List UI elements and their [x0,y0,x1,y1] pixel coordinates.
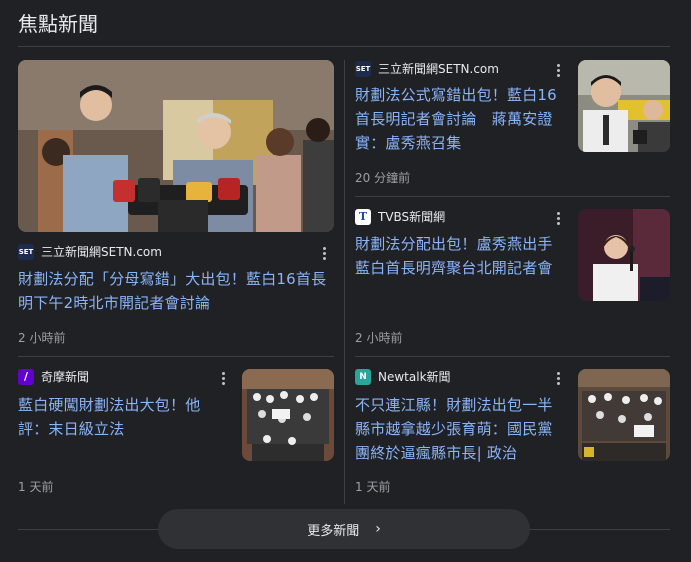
politician-portrait-photo [578,60,670,152]
article-thumbnail[interactable] [242,369,334,461]
article-thumbnail[interactable] [578,369,670,461]
article-headline[interactable]: 財劃法分配出包！盧秀燕出手 藍白首長明齊聚台北開記者會 [355,232,568,280]
article-time: 2 小時前 [18,331,66,345]
source-name: Newtalk新聞 [378,370,451,384]
legislature-protest-photo [242,369,334,461]
setn-logo-icon: SET [355,60,371,77]
row-divider [355,356,670,357]
article-source: SET 三立新聞網SETN.com [18,243,162,260]
article-source: T TVBS新聞網 [355,208,445,225]
chevron-right-icon: › [375,521,381,537]
more-options-icon[interactable] [218,370,228,386]
article-headline[interactable]: 財劃法分配「分母寫錯」大出包！藍白16首長明下午2時北市開記者會討論 [18,267,334,315]
article-time: 20 分鐘前 [355,171,411,185]
article-thumbnail[interactable] [578,60,670,152]
article-thumbnail[interactable] [578,209,670,301]
column-divider [344,60,345,504]
yahoo-logo-icon: / [18,368,34,385]
speaker-podium-photo [578,209,670,301]
legislature-chamber-photo [578,369,670,461]
more-options-icon[interactable] [553,370,563,386]
source-name: 奇摩新聞 [41,370,90,384]
featured-image[interactable] [18,60,334,232]
article-time: 2 小時前 [355,331,403,345]
more-options-icon[interactable] [553,62,563,78]
newtalk-logo-icon: N [355,368,371,385]
source-name: 三立新聞網SETN.com [378,62,499,76]
section-title: 焦點新聞 [18,12,98,36]
article-source: / 奇摩新聞 [18,368,89,385]
more-news-label: 更多新聞 [307,523,360,539]
setn-logo-icon: SET [18,243,34,260]
article-headline[interactable]: 不只連江縣！財劃法出包一半縣市越拿越少張育萌：國民黨團終於逼瘋縣市長| 政治 [355,393,567,465]
source-name: 三立新聞網SETN.com [41,245,162,259]
article-headline[interactable]: 財劃法公式寫錯出包！藍白16首長明記者會討論 蔣萬安證實：盧秀燕召集 [355,83,567,155]
row-divider [18,356,334,357]
more-options-icon[interactable] [319,245,329,261]
press-conference-photo [18,60,334,232]
article-time: 1 天前 [355,480,391,494]
article-headline[interactable]: 藍白硬闖財劃法出大包！他評：末日級立法 [18,393,218,441]
tvbs-logo-icon: T [355,208,371,225]
article-source: SET 三立新聞網SETN.com [355,60,499,77]
more-news-button[interactable]: 更多新聞 › [158,509,530,549]
top-divider [18,46,670,47]
article-time: 1 天前 [18,480,54,494]
source-name: TVBS新聞網 [378,210,446,224]
row-divider [355,196,670,197]
more-options-icon[interactable] [553,210,563,226]
article-source: N Newtalk新聞 [355,368,451,385]
